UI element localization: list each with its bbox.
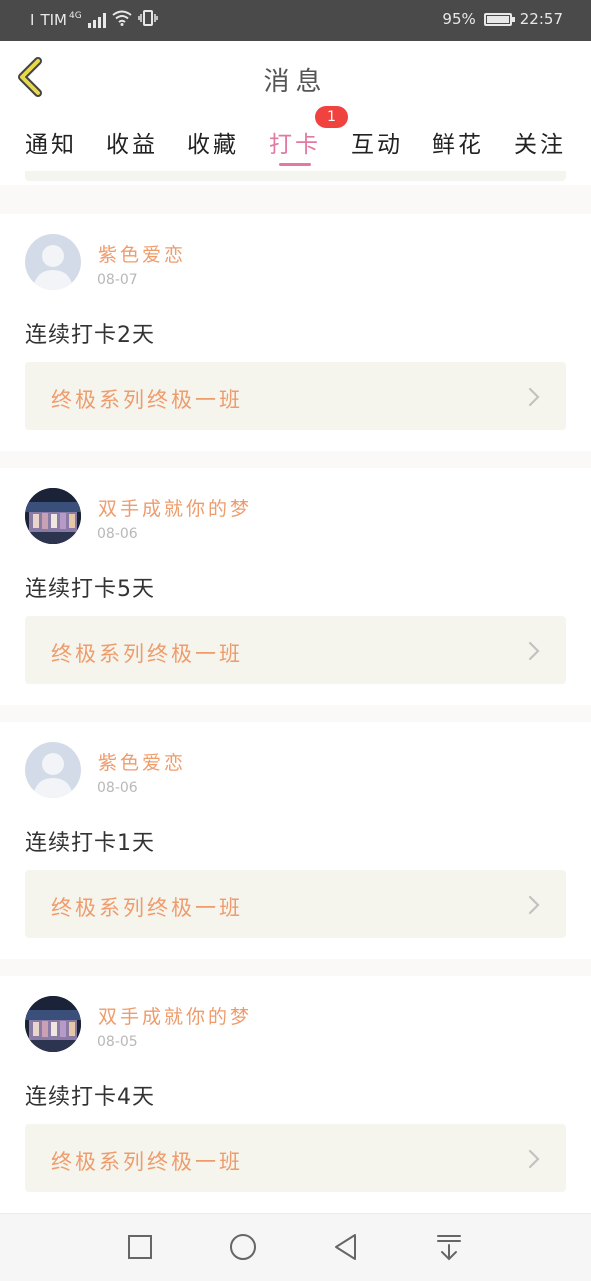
back-nav-button[interactable] — [331, 1232, 361, 1262]
header: 消息 — [0, 41, 591, 114]
tab-label: 通知 — [25, 132, 77, 158]
battery-icon — [483, 12, 515, 26]
chevron-right-icon — [528, 895, 540, 915]
username[interactable]: 紫色爱恋 — [98, 748, 186, 775]
avatar[interactable] — [25, 234, 81, 290]
carrier-label: TIM — [40, 11, 67, 29]
tab-flowers[interactable]: 鲜花 — [423, 125, 493, 159]
tab-label: 收益 — [106, 132, 158, 158]
home-button[interactable] — [228, 1232, 258, 1262]
post-date: 08-05 — [97, 1034, 138, 1050]
group-photo-icon — [25, 996, 81, 1052]
recent-apps-button[interactable] — [125, 1232, 155, 1262]
page-title: 消息 — [263, 67, 328, 97]
previous-link-edge — [25, 171, 566, 181]
checkin-text: 连续打卡2天 — [25, 323, 155, 348]
unread-badge: 1 — [315, 106, 348, 128]
course-name: 终极系列终极一班 — [51, 1150, 243, 1174]
course-link[interactable]: 终极系列终极一班 — [25, 1124, 566, 1192]
group-photo-icon — [25, 488, 81, 544]
checkin-text: 连续打卡4天 — [25, 1085, 155, 1110]
tab-interactions[interactable]: 互动 — [342, 125, 412, 159]
default-avatar-icon — [33, 245, 73, 290]
tab-favorites[interactable]: 收藏 — [178, 125, 248, 159]
post-date: 08-06 — [97, 526, 138, 542]
tab-label: 鲜花 — [432, 132, 484, 158]
status-left: I TIM 4G — [30, 10, 158, 30]
system-nav-bar — [0, 1213, 591, 1281]
clock: 22:57 — [519, 10, 563, 28]
sim-indicator: I — [30, 11, 35, 29]
default-avatar-icon — [33, 753, 73, 798]
tab-notifications[interactable]: 通知 — [16, 125, 86, 159]
tab-bar: 通知 收益 收藏 打卡 互动 鲜花 关注 — [0, 113, 591, 171]
checkin-card: 双手成就你的梦 08-05 连续打卡4天 终极系列终极一班 — [0, 976, 591, 1213]
triangle-back-icon — [335, 1234, 356, 1260]
username[interactable]: 紫色爱恋 — [98, 240, 186, 267]
username[interactable]: 双手成就你的梦 — [98, 494, 252, 521]
square-icon — [128, 1235, 152, 1259]
status-right: 95% 22:57 — [442, 10, 563, 28]
tab-checkin[interactable]: 打卡 — [260, 125, 330, 166]
course-link[interactable]: 终极系列终极一班 — [25, 362, 566, 430]
checkin-card: 双手成就你的梦 08-06 连续打卡5天 终极系列终极一班 — [0, 468, 591, 705]
tab-label: 收藏 — [187, 132, 239, 158]
active-tab-indicator — [279, 163, 311, 166]
wifi-icon — [112, 10, 132, 30]
avatar[interactable] — [25, 488, 81, 544]
avatar[interactable] — [25, 996, 81, 1052]
chevron-right-icon — [528, 1149, 540, 1169]
tab-label: 互动 — [351, 132, 403, 158]
circle-icon — [230, 1234, 256, 1260]
pull-down-icon — [437, 1235, 461, 1261]
tab-label: 打卡 — [269, 132, 321, 158]
course-link[interactable]: 终极系列终极一班 — [25, 870, 566, 938]
course-name: 终极系列终极一班 — [51, 388, 243, 412]
battery-percent: 95% — [442, 10, 476, 28]
checkin-card: 紫色爱恋 08-07 连续打卡2天 终极系列终极一班 — [0, 214, 591, 451]
course-name: 终极系列终极一班 — [51, 642, 243, 666]
tab-following[interactable]: 关注 — [505, 125, 575, 159]
status-bar: I TIM 4G 95% 22:57 — [0, 0, 591, 41]
vibrate-icon — [137, 10, 158, 30]
chevron-right-icon — [528, 641, 540, 661]
avatar[interactable] — [25, 742, 81, 798]
previous-card-edge — [0, 171, 591, 185]
post-date: 08-07 — [97, 272, 138, 288]
checkin-text: 连续打卡5天 — [25, 577, 155, 602]
username[interactable]: 双手成就你的梦 — [98, 1002, 252, 1029]
checkin-card: 紫色爱恋 08-06 连续打卡1天 终极系列终极一班 — [0, 722, 591, 959]
network-label: 4G — [68, 11, 82, 21]
signal-icon — [87, 12, 106, 28]
tab-earnings[interactable]: 收益 — [97, 125, 167, 159]
tab-label: 关注 — [514, 132, 566, 158]
course-name: 终极系列终极一班 — [51, 896, 243, 920]
post-date: 08-06 — [97, 780, 138, 796]
course-link[interactable]: 终极系列终极一班 — [25, 616, 566, 684]
chevron-right-icon — [528, 387, 540, 407]
checkin-text: 连续打卡1天 — [25, 831, 155, 856]
notification-shade-button[interactable] — [434, 1232, 464, 1262]
